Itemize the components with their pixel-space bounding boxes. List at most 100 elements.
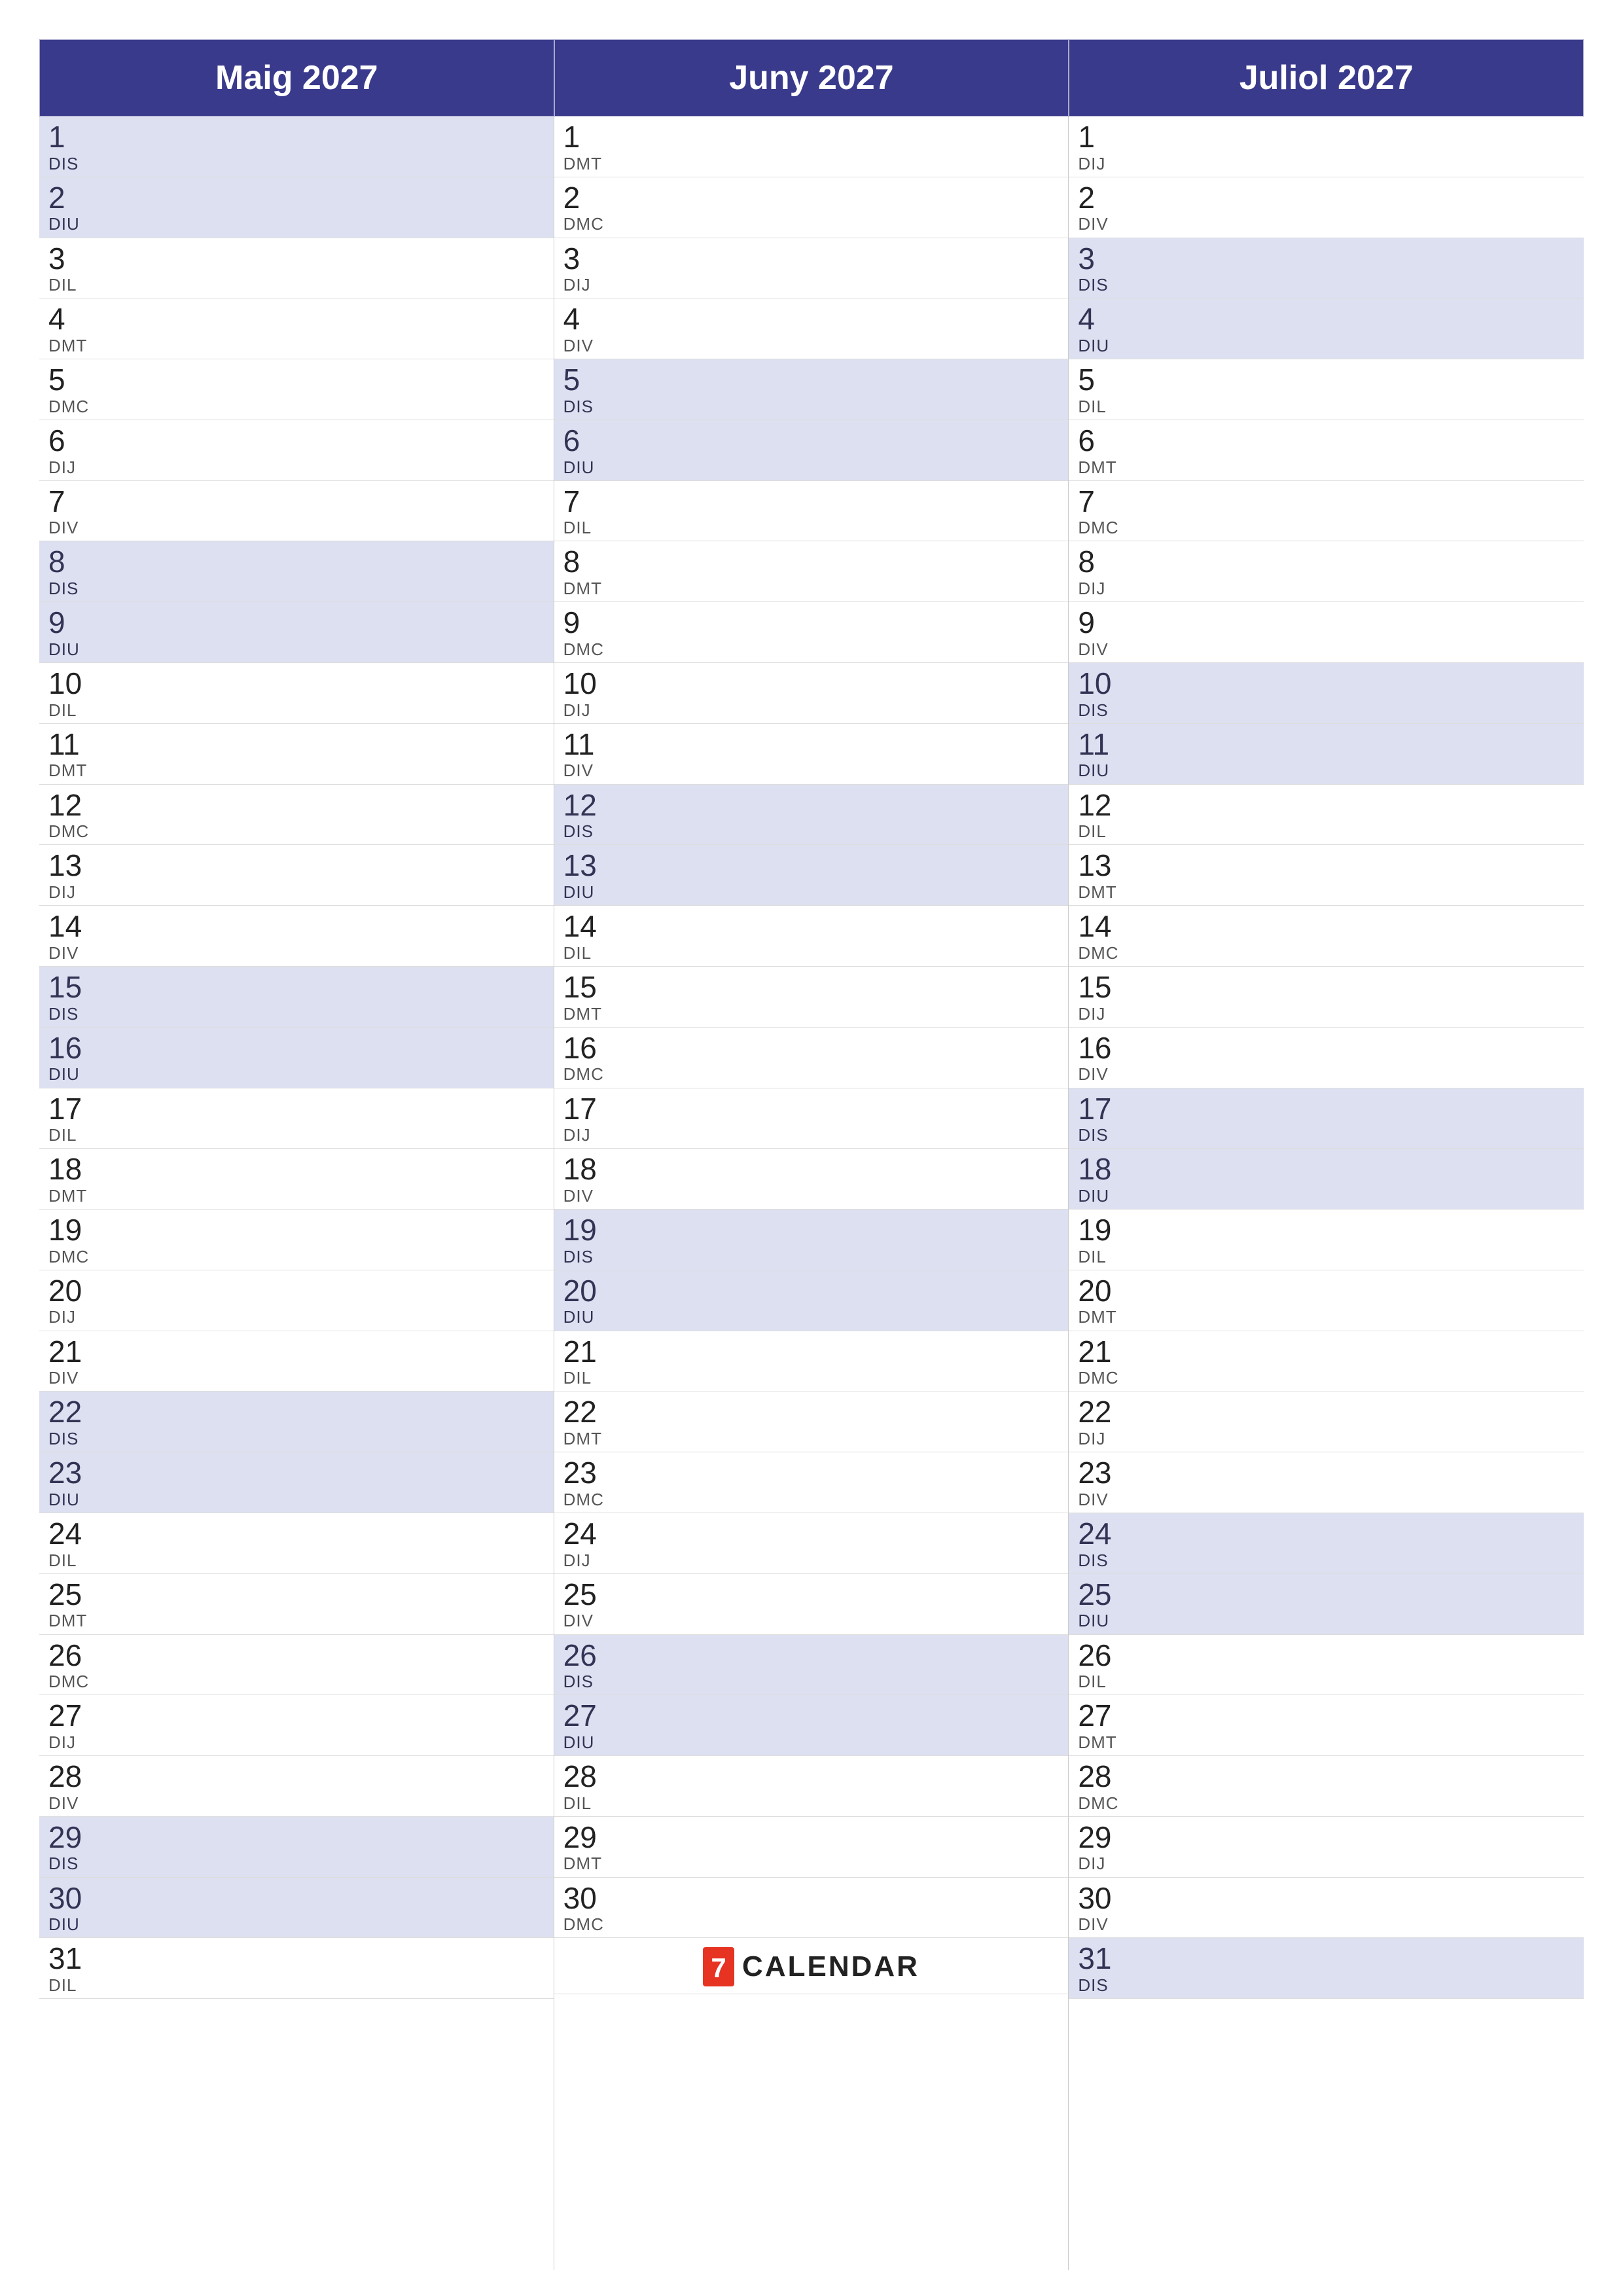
day-row: 5DMC xyxy=(39,359,554,420)
day-name: DIL xyxy=(1078,1672,1575,1692)
day-row: 12DIL xyxy=(1069,785,1584,846)
day-name: DIS xyxy=(48,154,544,174)
day-number: 1 xyxy=(563,120,1060,154)
day-row: 15DMT xyxy=(554,967,1069,1028)
day-name: DIS xyxy=(1078,1975,1575,1996)
month-header-juliol: Juliol 2027 xyxy=(1069,39,1584,117)
day-row: 26DMC xyxy=(39,1635,554,1696)
day-name: DIJ xyxy=(1078,579,1575,599)
day-number: 7 xyxy=(48,485,544,518)
day-number: 19 xyxy=(563,1213,1060,1247)
month-column-0: 1DIS2DIU3DIL4DMT5DMC6DIJ7DIV8DIS9DIU10DI… xyxy=(39,117,554,2270)
day-name: DIV xyxy=(563,1186,1060,1206)
day-name: DMC xyxy=(1078,1793,1575,1814)
day-row: 18DIU xyxy=(1069,1149,1584,1210)
day-number: 12 xyxy=(563,789,1060,822)
day-name: DIL xyxy=(563,1793,1060,1814)
day-number: 13 xyxy=(1078,849,1575,882)
day-name: DMT xyxy=(1078,457,1575,478)
day-number: 15 xyxy=(563,971,1060,1004)
day-number: 22 xyxy=(563,1395,1060,1429)
day-row: 24DIS xyxy=(1069,1513,1584,1574)
day-number: 1 xyxy=(48,120,544,154)
day-name: DMC xyxy=(48,1247,544,1267)
day-row: 2DIU xyxy=(39,177,554,238)
day-row: 28DMC xyxy=(1069,1756,1584,1817)
day-number: 4 xyxy=(48,302,544,336)
day-name: DMT xyxy=(48,1611,544,1631)
day-name: DIJ xyxy=(563,700,1060,721)
day-row: 13DIU xyxy=(554,845,1069,906)
day-number: 22 xyxy=(1078,1395,1575,1429)
day-row: 9DMC xyxy=(554,602,1069,663)
month-header-juny: Juny 2027 xyxy=(554,39,1069,117)
day-name: DIU xyxy=(1078,1186,1575,1206)
day-number: 10 xyxy=(563,667,1060,700)
day-row: 6DMT xyxy=(1069,420,1584,481)
day-number: 29 xyxy=(48,1821,544,1854)
day-number: 12 xyxy=(1078,789,1575,822)
day-name: DIS xyxy=(563,397,1060,417)
day-name: DIU xyxy=(48,214,544,234)
calendar-wrapper: Maig 2027 Juny 2027 Juliol 2027 1DIS2DIU… xyxy=(39,39,1584,2270)
day-number: 4 xyxy=(1078,302,1575,336)
header-row: Maig 2027 Juny 2027 Juliol 2027 xyxy=(39,39,1584,117)
day-name: DIS xyxy=(1078,1551,1575,1571)
day-row: 6DIJ xyxy=(39,420,554,481)
day-number: 6 xyxy=(48,424,544,457)
day-name: DIL xyxy=(48,1975,544,1996)
day-row: 21DIV xyxy=(39,1331,554,1392)
day-number: 14 xyxy=(1078,910,1575,943)
day-number: 28 xyxy=(48,1760,544,1793)
day-name: DMC xyxy=(48,1672,544,1692)
day-number: 11 xyxy=(48,728,544,761)
day-row: 26DIS xyxy=(554,1635,1069,1696)
day-name: DIL xyxy=(48,700,544,721)
day-number: 14 xyxy=(48,910,544,943)
day-row: 5DIL xyxy=(1069,359,1584,420)
day-number: 29 xyxy=(1078,1821,1575,1854)
day-name: DMT xyxy=(563,1004,1060,1024)
day-number: 5 xyxy=(1078,363,1575,397)
day-number: 18 xyxy=(1078,1153,1575,1186)
day-row: 10DIS xyxy=(1069,663,1584,724)
day-number: 5 xyxy=(563,363,1060,397)
day-name: DMC xyxy=(563,214,1060,234)
day-name: DIU xyxy=(1078,336,1575,356)
day-row: 1DIJ xyxy=(1069,117,1584,177)
day-name: DIS xyxy=(48,1004,544,1024)
day-name: DIJ xyxy=(1078,1854,1575,1874)
day-name: DMC xyxy=(563,1490,1060,1510)
day-row: 20DIJ xyxy=(39,1270,554,1331)
day-number: 23 xyxy=(48,1456,544,1490)
day-name: DMT xyxy=(48,761,544,781)
day-number: 26 xyxy=(563,1639,1060,1672)
day-name: DIU xyxy=(48,1914,544,1935)
day-number: 8 xyxy=(1078,545,1575,579)
day-name: DIV xyxy=(1078,1064,1575,1085)
day-row: 13DMT xyxy=(1069,845,1584,906)
day-row: 24DIL xyxy=(39,1513,554,1574)
day-number: 7 xyxy=(1078,485,1575,518)
day-name: DIJ xyxy=(563,275,1060,295)
day-number: 17 xyxy=(1078,1092,1575,1126)
day-number: 22 xyxy=(48,1395,544,1429)
day-name: DIV xyxy=(563,761,1060,781)
day-name: DIL xyxy=(1078,821,1575,842)
day-name: DIU xyxy=(1078,1611,1575,1631)
day-row: 19DMC xyxy=(39,1210,554,1270)
logo-row: 7 CALENDAR xyxy=(554,1938,1069,1994)
day-name: DMT xyxy=(1078,1307,1575,1327)
day-row: 16DIU xyxy=(39,1028,554,1088)
day-number: 15 xyxy=(48,971,544,1004)
day-row: 20DMT xyxy=(1069,1270,1584,1331)
month-column-2: 1DIJ2DIV3DIS4DIU5DIL6DMT7DMC8DIJ9DIV10DI… xyxy=(1069,117,1584,2270)
day-name: DIV xyxy=(1078,1914,1575,1935)
day-row: 8DIS xyxy=(39,541,554,602)
day-number: 27 xyxy=(48,1699,544,1732)
day-name: DIU xyxy=(563,457,1060,478)
day-number: 3 xyxy=(1078,242,1575,276)
day-number: 11 xyxy=(563,728,1060,761)
day-number: 1 xyxy=(1078,120,1575,154)
day-row: 9DIV xyxy=(1069,602,1584,663)
